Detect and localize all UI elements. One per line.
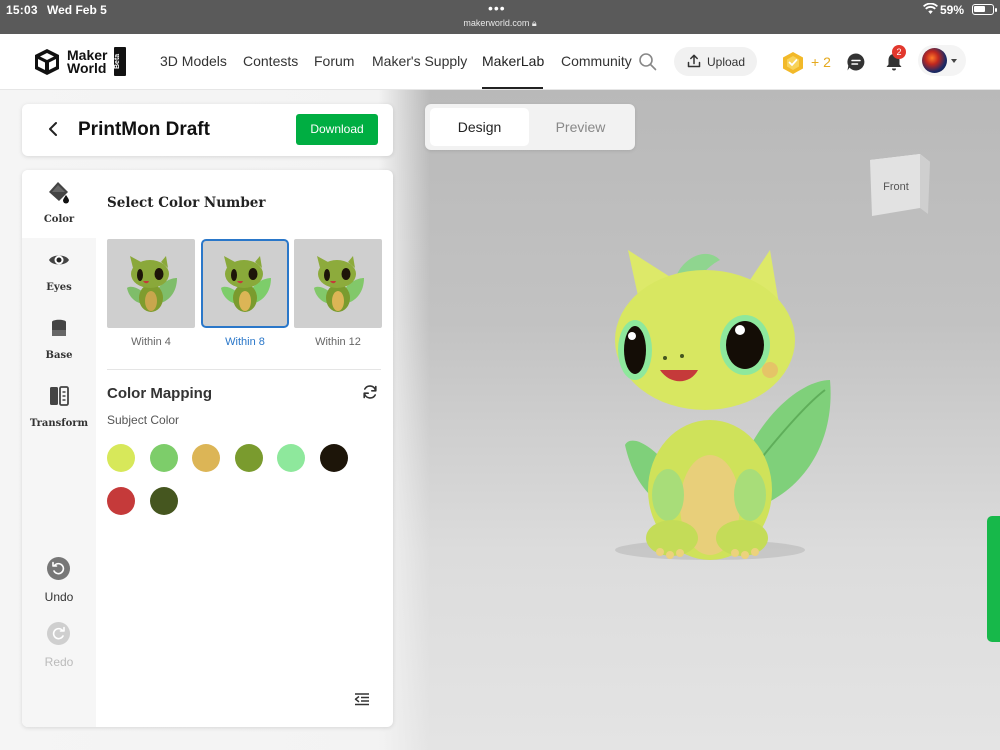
- option-within-12[interactable]: [294, 239, 382, 328]
- tool-eyes-label: Eyes: [46, 282, 72, 293]
- nav-contests[interactable]: Contests: [243, 53, 298, 69]
- view-cube[interactable]: Front: [862, 150, 934, 222]
- view-cube-label: Front: [883, 181, 909, 193]
- back-arrow-icon[interactable]: [46, 121, 60, 137]
- chat-icon[interactable]: [846, 52, 866, 72]
- side-feedback-tab[interactable]: [987, 516, 1000, 642]
- tool-base-label: Base: [45, 350, 73, 361]
- mode-toggle: Design Preview: [425, 104, 635, 150]
- status-date: Wed Feb 5: [47, 3, 107, 17]
- color-settings: Select Color Number Within 4 Within 8 Wi…: [96, 170, 393, 727]
- editor-header: PrintMon Draft Download: [22, 104, 393, 156]
- color-swatch[interactable]: [320, 444, 348, 472]
- eye-icon: [49, 255, 69, 265]
- status-time: 15:03: [6, 3, 38, 17]
- dragon-thumbnail: [221, 255, 271, 312]
- tool-rail: Color Eyes Base Transform Undo Redo: [22, 170, 96, 727]
- select-color-number-title: Select Color Number: [107, 195, 266, 211]
- color-panel: Color Eyes Base Transform Undo Redo Sele…: [22, 170, 393, 727]
- search-icon[interactable]: [638, 52, 657, 71]
- option-within-8[interactable]: [201, 239, 289, 328]
- tab-preview[interactable]: Preview: [531, 108, 630, 146]
- transform-icon: [50, 386, 69, 406]
- avatar: [922, 48, 947, 73]
- battery-icon: [972, 4, 997, 15]
- nav-forum[interactable]: Forum: [314, 53, 354, 69]
- top-navbar: Maker World Beta 3D Models Contests Foru…: [0, 34, 1000, 90]
- tool-color[interactable]: Color: [22, 170, 96, 238]
- dragon-model[interactable]: [590, 240, 850, 570]
- lock-icon: 🔒︎: [531, 18, 537, 28]
- tool-transform-label: Transform: [29, 418, 89, 429]
- base-icon: [52, 319, 66, 336]
- undo-label: Undo: [44, 590, 74, 604]
- color-swatch[interactable]: [192, 444, 220, 472]
- logo-wordmark: Maker World: [67, 47, 108, 76]
- tool-transform[interactable]: Transform: [22, 374, 96, 442]
- option-within-4[interactable]: [107, 239, 195, 328]
- dragon-thumbnail: [127, 255, 177, 312]
- option-within-4-label: Within 4: [131, 336, 171, 348]
- tool-base[interactable]: Base: [22, 306, 96, 374]
- upload-button[interactable]: Upload: [674, 47, 757, 76]
- color-mapping-title: Color Mapping: [107, 385, 212, 402]
- color-swatch[interactable]: [107, 487, 135, 515]
- active-nav-indicator: [482, 87, 543, 89]
- upload-icon: [687, 54, 701, 68]
- option-within-12-label: Within 12: [315, 336, 361, 348]
- nav-makers-supply[interactable]: Maker's Supply: [372, 53, 467, 69]
- paint-bucket-icon: [49, 182, 69, 204]
- undo-icon: [47, 557, 70, 580]
- nav-3d-models[interactable]: 3D Models: [160, 53, 227, 69]
- download-button[interactable]: Download: [296, 114, 378, 145]
- draft-title: PrintMon Draft: [78, 119, 210, 140]
- refresh-icon[interactable]: [362, 384, 378, 400]
- notification-badge: 2: [892, 45, 906, 59]
- tool-color-label: Color: [43, 214, 75, 225]
- redo-label: Redo: [44, 655, 74, 669]
- account-menu[interactable]: [918, 45, 966, 76]
- dragon-thumbnail: [314, 255, 364, 312]
- tab-design[interactable]: Design: [430, 108, 529, 146]
- chevron-down-icon: [951, 59, 957, 63]
- color-swatch[interactable]: [235, 444, 263, 472]
- tool-eyes[interactable]: Eyes: [22, 238, 96, 306]
- logo-cube-icon: [35, 49, 59, 75]
- wifi-icon: [923, 3, 938, 14]
- color-swatch[interactable]: [277, 444, 305, 472]
- status-bar: 15:03 Wed Feb 5 ••• makerworld.com 🔒︎ 59…: [0, 0, 1000, 34]
- address-url[interactable]: makerworld.com 🔒︎: [0, 18, 1000, 29]
- color-swatch[interactable]: [150, 487, 178, 515]
- points-count: + 2: [811, 54, 831, 70]
- nav-makerlab[interactable]: MakerLab: [482, 53, 544, 69]
- color-swatch[interactable]: [107, 444, 135, 472]
- collapse-panel-icon[interactable]: [354, 692, 370, 706]
- upload-label: Upload: [707, 55, 746, 69]
- makerworld-logo[interactable]: Maker World Beta: [33, 47, 128, 77]
- subject-color-label: Subject Color: [107, 413, 180, 427]
- points-hexagon-icon[interactable]: [781, 51, 805, 75]
- color-swatch[interactable]: [150, 444, 178, 472]
- nav-community[interactable]: Community: [561, 53, 632, 69]
- more-dots-icon[interactable]: •••: [488, 0, 506, 16]
- beta-badge: Beta: [114, 47, 126, 76]
- redo-icon: [47, 622, 70, 645]
- option-within-8-label: Within 8: [225, 336, 265, 348]
- section-divider: [107, 369, 381, 370]
- battery-percent: 59%: [940, 3, 965, 17]
